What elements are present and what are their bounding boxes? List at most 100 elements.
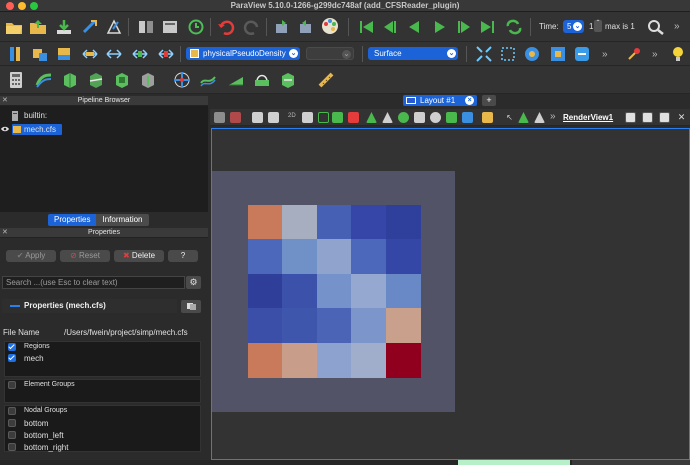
time-index[interactable]: 1: [589, 22, 593, 31]
hover-cells-icon[interactable]: [446, 112, 457, 123]
select-cells-icon[interactable]: [332, 112, 343, 123]
clear-selection-icon[interactable]: [518, 112, 529, 123]
edit-selection-icon[interactable]: ↖: [504, 112, 515, 123]
slice-icon[interactable]: [86, 70, 106, 90]
split-view-icon[interactable]: [230, 112, 241, 123]
properties-section-header[interactable]: Properties (mech.cfs): [2, 299, 177, 313]
select-points-icon[interactable]: [348, 112, 359, 123]
loop-icon[interactable]: [504, 17, 524, 37]
reverse-play-icon[interactable]: [404, 17, 424, 37]
show-selection-icon[interactable]: [214, 112, 225, 123]
nodal-group-bottom-checkbox[interactable]: [8, 419, 16, 427]
close-icon[interactable]: ✕: [2, 96, 8, 106]
contour-icon[interactable]: [34, 70, 54, 90]
tab-properties[interactable]: Properties: [48, 214, 97, 226]
pipeline-item-mech-cfs[interactable]: mech.cfs: [12, 124, 62, 135]
redo-icon[interactable]: [242, 17, 262, 37]
region-mech-checkbox[interactable]: [8, 354, 16, 362]
view-toolbar-overflow[interactable]: »: [550, 112, 556, 122]
element-groups-checkbox[interactable]: [8, 381, 16, 389]
rescale-custom-icon[interactable]: [130, 44, 150, 64]
time-index-spinner[interactable]: ⌃: [594, 20, 602, 32]
last-frame-icon[interactable]: [478, 17, 498, 37]
eye-icon[interactable]: [1, 126, 9, 132]
help-button[interactable]: ?: [168, 250, 198, 262]
capture-icon[interactable]: [268, 112, 279, 123]
select-points-frustum-icon[interactable]: [382, 112, 393, 123]
render-view-name[interactable]: RenderView1: [563, 113, 613, 122]
ruler-icon[interactable]: [316, 70, 336, 90]
close-icon[interactable]: ×: [465, 96, 475, 105]
rescale-visible-icon[interactable]: [80, 44, 100, 64]
select-blocks-icon[interactable]: [414, 112, 425, 123]
color-map-editor-icon[interactable]: [6, 44, 26, 64]
select-ruler-icon[interactable]: [534, 112, 545, 123]
center-axes-icon[interactable]: [318, 112, 329, 123]
documentation-button[interactable]: [181, 300, 201, 313]
save-data-icon[interactable]: [54, 17, 74, 37]
color-by-combo[interactable]: physicalPseudoDensity ⌄: [186, 47, 300, 60]
interactive-select-icon[interactable]: [430, 112, 441, 123]
extract-level-icon[interactable]: [278, 70, 298, 90]
close-icon[interactable]: ✕: [2, 228, 8, 238]
nodal-groups-checkbox[interactable]: [8, 407, 16, 415]
toolbar-overflow-3[interactable]: »: [652, 49, 658, 60]
select-cells-frustum-icon[interactable]: [366, 112, 377, 123]
interaction-mode-icon[interactable]: [572, 44, 592, 64]
split-vertical-icon[interactable]: [642, 112, 653, 123]
nodal-group-bottom-left-checkbox[interactable]: [8, 431, 16, 439]
tab-information[interactable]: Information: [96, 214, 149, 226]
time-value-combo[interactable]: 5 ⌄: [563, 20, 584, 33]
recent-files-icon[interactable]: [28, 17, 48, 37]
reset-camera-icon[interactable]: [474, 44, 494, 64]
python-shell-icon[interactable]: [160, 17, 180, 37]
rescale-range-icon[interactable]: [156, 44, 176, 64]
grow-selection-icon[interactable]: [482, 112, 493, 123]
zoom-closest-icon[interactable]: [522, 44, 542, 64]
next-frame-icon[interactable]: [454, 17, 474, 37]
file-name-value[interactable]: /Users/fwein/project/simp/mech.cfs: [64, 328, 188, 337]
custom-range-icon[interactable]: [54, 44, 74, 64]
pick-center-icon[interactable]: [624, 44, 644, 64]
tab-layout-1[interactable]: Layout #1 ×: [403, 95, 478, 106]
find-data-icon[interactable]: [646, 17, 666, 37]
clip-icon[interactable]: [60, 70, 80, 90]
rescale-time-icon[interactable]: [104, 44, 124, 64]
zoom-to-data-icon[interactable]: [498, 44, 518, 64]
close-view-icon[interactable]: ✕: [676, 112, 687, 123]
apply-button[interactable]: ✔ Apply: [6, 250, 56, 262]
timer-icon[interactable]: [186, 17, 206, 37]
toolbar-overflow-2[interactable]: »: [602, 49, 608, 60]
gear-icon[interactable]: ⚙: [186, 276, 201, 289]
orientation-axes-icon[interactable]: [302, 112, 313, 123]
regions-checkbox[interactable]: [8, 343, 16, 351]
zoom-box-icon[interactable]: [548, 44, 568, 64]
lightbulb-icon[interactable]: [668, 44, 688, 64]
hover-points-icon[interactable]: [462, 112, 473, 123]
first-frame-icon[interactable]: [356, 17, 376, 37]
nodal-group-bottom-right-checkbox[interactable]: [8, 443, 16, 451]
play-icon[interactable]: [430, 17, 450, 37]
rescale-data-icon[interactable]: [30, 44, 50, 64]
connect-icon[interactable]: [80, 17, 100, 37]
component-combo[interactable]: ⌄: [306, 47, 354, 60]
group-datasets-icon[interactable]: [252, 70, 272, 90]
delete-button[interactable]: ✖ Delete: [114, 250, 164, 262]
previous-frame-icon[interactable]: [380, 17, 400, 37]
threshold-icon[interactable]: [112, 70, 132, 90]
reset-button[interactable]: ⊘ Reset: [60, 250, 110, 262]
color-palette-icon[interactable]: [320, 16, 340, 36]
maximize-view-icon[interactable]: [659, 112, 670, 123]
toolbar-overflow[interactable]: »: [674, 21, 680, 32]
select-polygon-icon[interactable]: [398, 112, 409, 123]
calculator-icon[interactable]: [6, 70, 26, 90]
representation-combo[interactable]: Surface ⌄: [368, 47, 458, 60]
camera-redo-icon[interactable]: [296, 17, 316, 37]
warp-by-vector-icon[interactable]: [226, 70, 246, 90]
search-input[interactable]: Search ...(use Esc to clear text): [2, 276, 185, 289]
glyph-icon[interactable]: [172, 70, 192, 90]
camera-icon[interactable]: [252, 112, 263, 123]
extract-subset-icon[interactable]: [138, 70, 158, 90]
camera-undo-icon[interactable]: [272, 17, 292, 37]
add-layout-button[interactable]: +: [482, 95, 496, 106]
